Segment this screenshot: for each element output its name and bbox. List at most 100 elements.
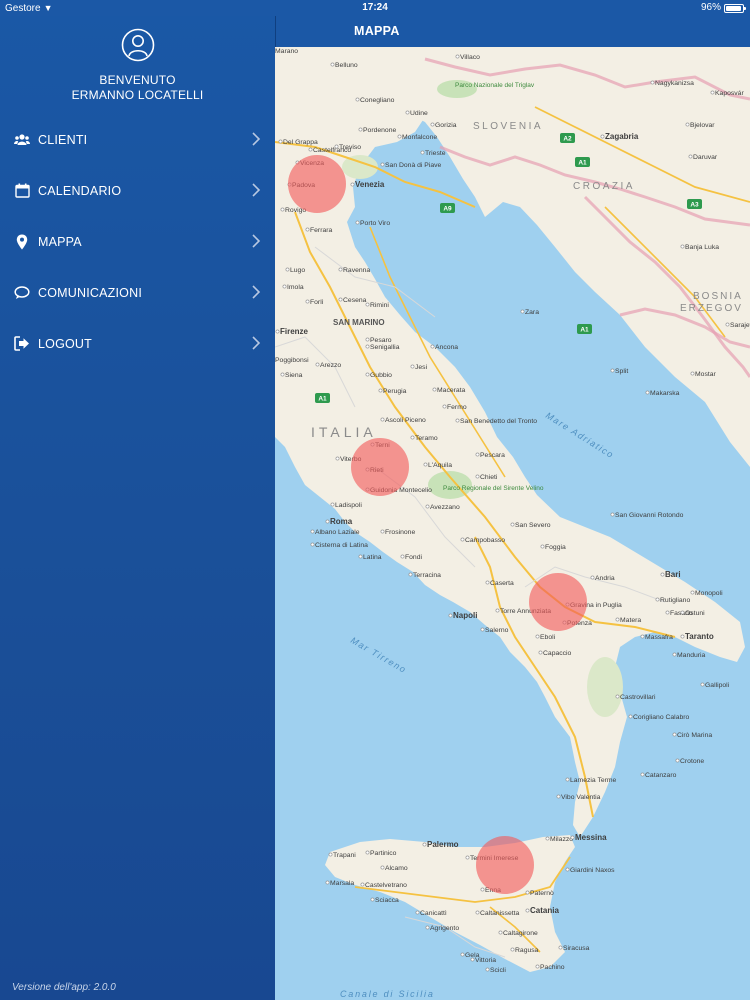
city-label: Sarajevo: [730, 322, 750, 329]
menu-item-mappa[interactable]: MAPPA: [0, 216, 275, 267]
road-shield: A1: [575, 157, 590, 167]
city-label: Pordenone: [363, 127, 396, 134]
menu-item-logout[interactable]: LOGOUT: [0, 318, 275, 369]
city-dot: [360, 882, 365, 887]
city-dot: [520, 309, 525, 314]
city-dot: [408, 572, 413, 577]
city-label: Ascoli Piceno: [385, 417, 426, 424]
user-avatar-icon: [121, 28, 154, 62]
city-label: Castelvetrano: [365, 882, 407, 889]
client-area-marker[interactable]: [529, 573, 587, 631]
city-label: Jesi: [415, 364, 428, 371]
city-dot: [365, 372, 370, 377]
logout-icon: [14, 336, 30, 352]
client-area-marker[interactable]: [351, 438, 409, 496]
client-area-marker[interactable]: [476, 836, 534, 894]
city-dot: [378, 388, 383, 393]
city-label: Bari: [665, 570, 681, 579]
status-time: 17:24: [362, 2, 388, 13]
sea-label: Canale di Sicilia: [340, 989, 435, 999]
city-dot: [422, 842, 427, 847]
city-label: Corigliano Calabro: [633, 714, 690, 721]
city-label: Rutigliano: [660, 597, 690, 604]
city-dot: [355, 220, 360, 225]
city-dot: [485, 967, 490, 972]
city-dot: [545, 836, 550, 841]
users-icon: [14, 132, 30, 148]
city-label: Zara: [525, 309, 539, 316]
road-shield-label: A3: [690, 202, 699, 209]
city-label: Forlì: [310, 299, 324, 306]
city-dot: [640, 772, 645, 777]
city-label: Macerata: [437, 387, 466, 394]
city-label: Caltagirone: [503, 930, 538, 937]
city-label: Canicattì: [420, 910, 447, 917]
city-label: Massafra: [645, 634, 673, 641]
city-label: Firenze: [280, 327, 309, 336]
city-dot: [556, 794, 561, 799]
menu-item-clienti[interactable]: CLIENTI: [0, 114, 275, 165]
city-label: Albano Laziale: [315, 529, 360, 536]
city-label: Manduria: [677, 652, 706, 659]
city-dot: [325, 519, 330, 524]
city-label: Castelfranco: [313, 147, 351, 154]
city-dot: [590, 575, 595, 580]
city-label: Zagabria: [605, 132, 639, 141]
city-dot: [365, 302, 370, 307]
city-dot: [475, 452, 480, 457]
chevron-right-icon: [252, 183, 261, 197]
city-dot: [475, 910, 480, 915]
city-dot: [655, 597, 660, 602]
city-dot: [432, 387, 437, 392]
battery-fill: [726, 5, 742, 11]
menu-item-calendario[interactable]: CALENDARIO: [0, 165, 275, 216]
city-label: Makarska: [650, 390, 680, 397]
city-label: Conegliano: [360, 97, 395, 104]
city-label: Cesena: [343, 297, 367, 304]
calendar-icon: [14, 183, 30, 199]
city-dot: [330, 502, 335, 507]
city-label: Vittoria: [475, 957, 496, 964]
city-dot: [475, 474, 480, 479]
city-dot: [328, 852, 333, 857]
map-marker-icon: [14, 234, 30, 250]
city-dot: [485, 580, 490, 585]
region-label: ERZEGOV: [680, 303, 743, 314]
city-dot: [680, 634, 685, 639]
user-profile: BENVENUTO ERMANNO LOCATELLI: [0, 28, 275, 103]
city-dot: [455, 54, 460, 59]
city-dot: [710, 90, 715, 95]
region-label: SLOVENIA: [473, 121, 543, 132]
chevron-right-icon: [252, 132, 261, 146]
city-label: Salerno: [485, 627, 509, 634]
user-name: ERMANNO LOCATELLI: [71, 88, 204, 102]
city-label: Belluno: [335, 62, 358, 69]
chevron-right-icon: [252, 336, 261, 350]
map-view[interactable]: SLOVENIA CROAZIA BOSNIA ERZEGOV ITALIA SAN MA…: [275, 47, 750, 1000]
city-dot: [350, 182, 355, 187]
road-shield-label: A1: [578, 160, 587, 167]
chevron-right-icon: [252, 234, 261, 248]
city-dot: [465, 855, 470, 860]
city-dot: [425, 504, 430, 509]
map-canvas[interactable]: SLOVENIA CROAZIA BOSNIAERZEGOV ITALIA SAN MA…: [275, 47, 750, 1000]
menu-item-label: LOGOUT: [38, 336, 92, 351]
city-dot: [665, 610, 670, 615]
city-dot: [425, 925, 430, 930]
road-shield: A2: [560, 133, 575, 143]
menu-item-comunicazioni[interactable]: COMUNICAZIONI: [0, 267, 275, 318]
city-dot: [280, 207, 285, 212]
page-title: MAPPA: [354, 24, 400, 38]
city-label: Siena: [285, 372, 303, 379]
city-label: Messina: [575, 833, 607, 842]
city-label: Caltanissetta: [480, 910, 520, 917]
city-dot: [460, 537, 465, 542]
city-label: Porto Viro: [360, 220, 390, 227]
sidebar-menu: BENVENUTO ERMANNO LOCATELLI CLIENTI CALE…: [0, 0, 275, 1000]
city-dot: [420, 150, 425, 155]
city-dot: [538, 650, 543, 655]
city-label: Cisterna di Latina: [315, 542, 368, 549]
city-dot: [280, 372, 285, 377]
city-label: Eboli: [540, 634, 556, 641]
client-area-marker[interactable]: [288, 155, 346, 213]
